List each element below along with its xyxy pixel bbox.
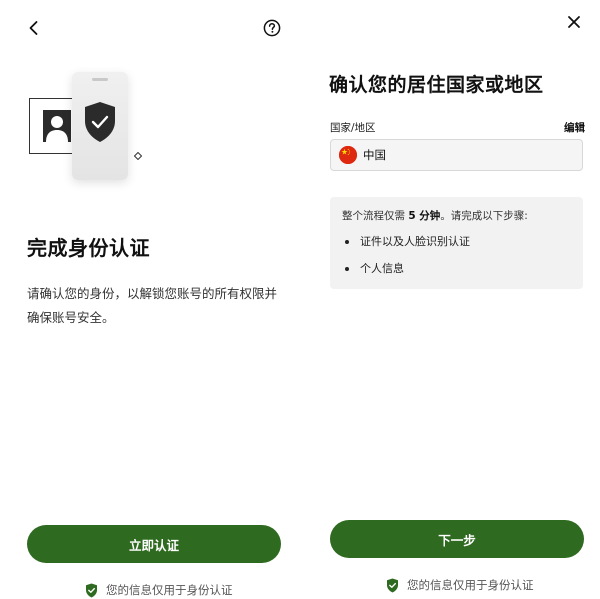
privacy-note: 您的信息仅用于身份认证 bbox=[85, 582, 233, 598]
steps-list: 证件以及人脸识别认证 个人信息 bbox=[342, 234, 571, 276]
country-field[interactable]: 中国 bbox=[330, 139, 583, 171]
next-step-button[interactable]: 下一步 bbox=[330, 520, 584, 558]
phone-notch bbox=[92, 78, 108, 81]
shield-check-icon bbox=[387, 578, 398, 592]
page-title: 确认您的居住国家或地区 bbox=[329, 74, 544, 96]
page-title: 完成身份认证 bbox=[27, 236, 150, 260]
page-description: 请确认您的身份，以解锁您账号的所有权限并确保账号安全。 bbox=[27, 286, 278, 325]
identity-intro-panel: 完成身份认证 请确认您的身份，以解锁您账号的所有权限并确保账号安全。 立即认证 … bbox=[0, 0, 300, 599]
country-field-label: 国家/地区 bbox=[330, 122, 376, 134]
china-flag-icon bbox=[339, 146, 357, 164]
verify-now-button[interactable]: 立即认证 bbox=[27, 525, 281, 563]
screen: 完成身份认证 请确认您的身份，以解锁您账号的所有权限并确保账号安全。 立即认证 … bbox=[0, 0, 600, 599]
steps-intro-prefix: 整个流程仅需 bbox=[342, 210, 409, 222]
country-name: 中国 bbox=[363, 148, 386, 162]
close-icon bbox=[568, 16, 580, 28]
back-button[interactable] bbox=[22, 16, 46, 40]
steps-duration: 5 分钟 bbox=[408, 210, 441, 222]
help-button[interactable] bbox=[260, 16, 284, 40]
shield-check-icon bbox=[85, 102, 115, 142]
sparkle-icon bbox=[134, 152, 142, 160]
privacy-note: 您的信息仅用于身份认证 bbox=[386, 577, 534, 593]
identity-illustration bbox=[26, 70, 156, 185]
residence-confirm-panel: 确认您的居住国家或地区 国家/地区 编辑 中国 整个流程仅需 5 分钟。请完成以… bbox=[300, 0, 600, 599]
person-portrait-icon bbox=[43, 110, 71, 142]
edit-link[interactable]: 编辑 bbox=[564, 120, 585, 135]
privacy-note-text: 您的信息仅用于身份认证 bbox=[106, 583, 233, 597]
list-item: 个人信息 bbox=[342, 261, 571, 276]
privacy-note-text: 您的信息仅用于身份认证 bbox=[407, 578, 534, 592]
steps-intro: 整个流程仅需 5 分钟。请完成以下步骤: bbox=[342, 208, 571, 224]
question-circle-icon bbox=[263, 19, 281, 37]
steps-intro-suffix: 。请完成以下步骤: bbox=[440, 210, 528, 222]
chevron-left-icon bbox=[29, 21, 38, 35]
steps-info-box: 整个流程仅需 5 分钟。请完成以下步骤: 证件以及人脸识别认证 个人信息 bbox=[330, 197, 583, 289]
phone-graphic bbox=[72, 72, 128, 180]
shield-check-icon bbox=[86, 583, 97, 597]
list-item: 证件以及人脸识别认证 bbox=[342, 234, 571, 249]
close-button[interactable] bbox=[562, 10, 586, 34]
